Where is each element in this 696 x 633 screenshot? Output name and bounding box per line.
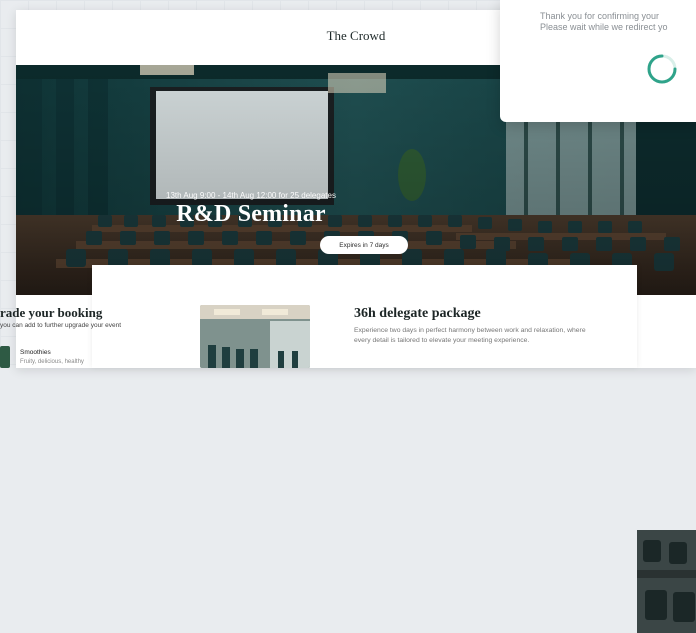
redirect-modal: Thank you for confirming your Please wai…: [500, 0, 696, 122]
package-description: Experience two days in perfect harmony b…: [354, 327, 586, 344]
upgrade-item-name[interactable]: Smoothies: [20, 349, 51, 356]
modal-message-line2: Please wait while we redirect yo: [540, 22, 668, 32]
modal-message-line1: Thank you for confirming your: [540, 11, 660, 21]
expires-badge[interactable]: Expires in 7 days: [320, 236, 408, 254]
bottom-section: [0, 265, 696, 633]
package-photo: [200, 305, 310, 368]
room-edge-graphic: [637, 530, 696, 633]
upgrade-item-description: Fruity, delicious, healthy: [20, 359, 84, 365]
event-title: R&D Seminar: [176, 201, 326, 227]
smoothies-thumbnail[interactable]: [0, 346, 10, 368]
event-dates: 13th Aug 9:00 - 14th Aug 12:00 for 25 de…: [166, 191, 336, 200]
upgrade-subtitle: you can add to further upgrade your even…: [0, 322, 122, 329]
package-title: 36h delegate package: [354, 306, 481, 321]
upgrade-heading: rade your booking: [0, 305, 103, 320]
loading-spinner-icon: [647, 54, 677, 84]
room-image-edge: [637, 530, 696, 633]
package-room-image: [200, 305, 310, 368]
